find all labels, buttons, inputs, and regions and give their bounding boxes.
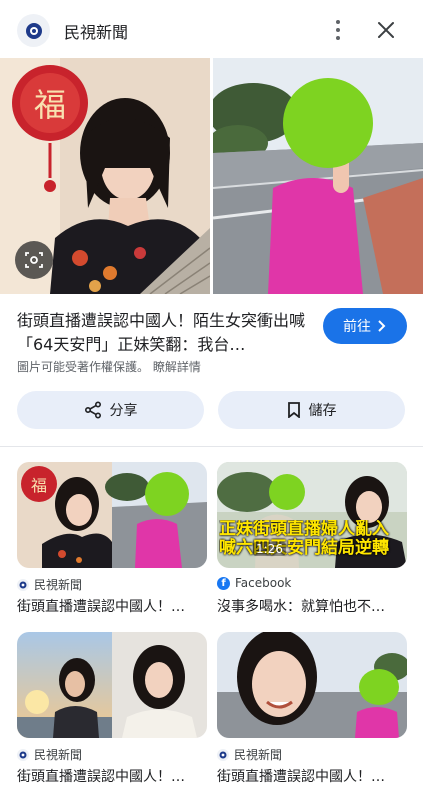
share-icon — [84, 401, 101, 419]
result-card[interactable]: 福 民視新聞 街頭直播遭誤認中國人！… — [17, 462, 207, 615]
hero-image-right — [213, 58, 423, 294]
close-icon[interactable] — [374, 18, 398, 42]
save-button[interactable]: 儲存 — [218, 391, 405, 429]
facebook-icon: f — [217, 576, 230, 590]
copyright-note[interactable]: 圖片可能受著作權保護。 瞭解詳情 — [17, 358, 201, 375]
result-source-name: 民視新聞 — [234, 748, 283, 762]
video-overlay-text: 正妹街頭直播婦人亂入 喊六四天安門結局逆轉 — [219, 520, 405, 558]
result-card[interactable]: 民視新聞 街頭直播遭誤認中國人！… — [217, 632, 407, 785]
result-thumbnail[interactable]: 正妹街頭直播婦人亂入 喊六四天安門結局逆轉 1:26 — [217, 462, 407, 568]
divider — [0, 446, 423, 447]
result-source-name: Facebook — [235, 576, 292, 590]
result-title[interactable]: 街頭直播遭誤認中國人！… — [17, 596, 207, 616]
header: 民視新聞 — [0, 0, 423, 58]
video-overlay-line1: 正妹街頭直播婦人亂入 — [219, 520, 389, 539]
source-title[interactable]: 民視新聞 — [64, 19, 128, 43]
result-source: f Facebook — [217, 576, 291, 590]
ftv-eye-logo — [17, 748, 29, 761]
result-thumbnail[interactable] — [217, 632, 407, 738]
more-vert-icon[interactable] — [328, 18, 348, 42]
chevron-right-icon — [378, 320, 386, 332]
bookmark-icon — [287, 402, 300, 418]
ftv-eye-logo — [17, 578, 29, 591]
result-thumbnail[interactable]: 福 — [17, 462, 207, 568]
result-title[interactable]: 街頭直播遭誤認中國人！… — [17, 766, 207, 786]
ftv-eye-logo — [217, 748, 229, 761]
goto-label: 前往 — [343, 319, 371, 335]
result-title[interactable]: 沒事多喝水：就算怕也不… — [217, 596, 407, 616]
result-source-name: 民視新聞 — [34, 748, 83, 762]
goto-button[interactable]: 前往 — [323, 308, 407, 344]
ftv-eye-logo[interactable] — [17, 14, 50, 47]
video-overlay-line2: 喊六四天安門結局逆轉 — [219, 538, 389, 558]
hero-image[interactable]: 福 — [0, 58, 423, 294]
result-card[interactable]: 民視新聞 街頭直播遭誤認中國人！… — [17, 632, 207, 785]
result-source: 民視新聞 — [17, 576, 82, 593]
result-source-name: 民視新聞 — [34, 578, 83, 592]
share-label: 分享 — [109, 403, 138, 419]
result-card[interactable]: 正妹街頭直播婦人亂入 喊六四天安門結局逆轉 1:26 f Facebook 沒事… — [217, 462, 407, 615]
result-source: 民視新聞 — [17, 746, 82, 763]
svg-text:福: 福 — [34, 86, 66, 124]
article-headline[interactable]: 街頭直播遭誤認中國人！陌生女突衝出喊「64天安門」正妹笑翻：我台… — [17, 309, 307, 357]
share-button[interactable]: 分享 — [17, 391, 204, 429]
result-title[interactable]: 街頭直播遭誤認中國人！… — [217, 766, 407, 786]
video-duration: 1:26 — [253, 542, 286, 556]
svg-text:福: 福 — [31, 476, 47, 495]
result-source: 民視新聞 — [217, 746, 282, 763]
save-label: 儲存 — [308, 403, 337, 419]
result-thumbnail[interactable] — [17, 632, 207, 738]
lens-search-icon[interactable] — [15, 241, 53, 279]
